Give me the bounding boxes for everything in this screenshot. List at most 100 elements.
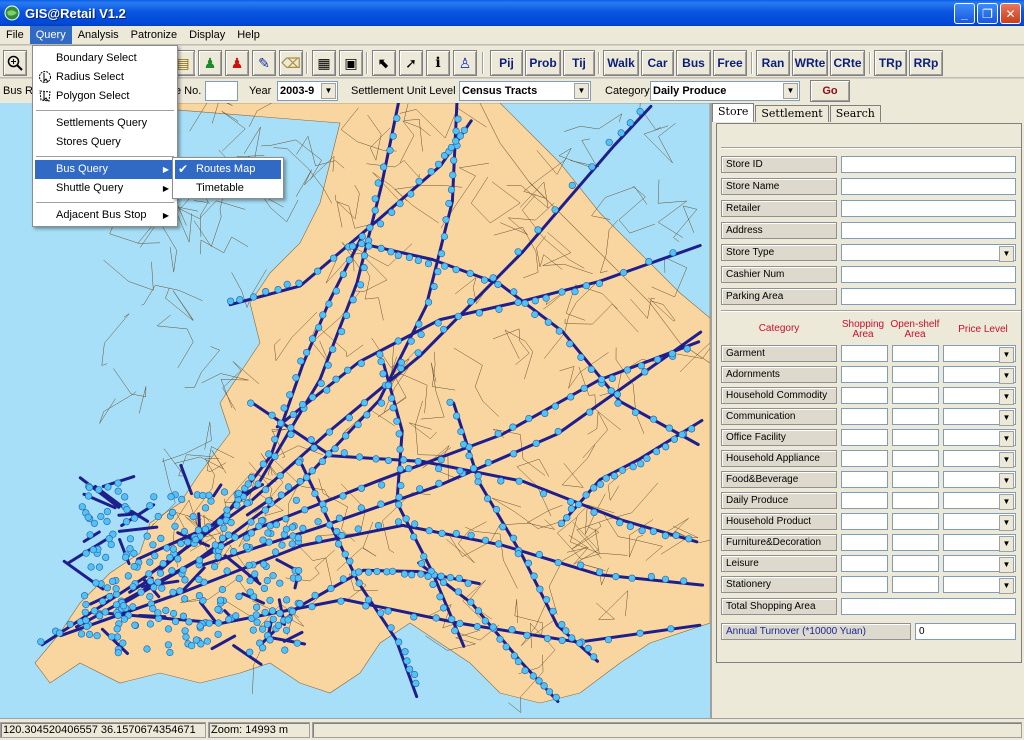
open-shelf-input-household-appliance[interactable]	[892, 450, 939, 467]
menu-query[interactable]: Query	[29, 26, 72, 44]
red-person-button[interactable]: ♟	[225, 50, 249, 76]
price-level-select-food-beverage[interactable]: ▼	[943, 471, 1016, 489]
menu-patronize[interactable]: Patronize	[125, 26, 183, 44]
open-shelf-input-stationery[interactable]	[892, 576, 939, 593]
walker-button[interactable]: ♙	[453, 50, 477, 76]
shopping-area-input-stationery[interactable]	[841, 576, 888, 593]
shopping-area-input-adornments[interactable]	[841, 366, 888, 383]
store-id-input[interactable]	[841, 156, 1016, 173]
minimize-button[interactable]: _	[954, 3, 975, 24]
crte-button[interactable]: CRte	[830, 50, 865, 76]
address-input[interactable]	[841, 222, 1016, 239]
ran-button[interactable]: Ran	[756, 50, 790, 76]
submenu-item-timetable[interactable]: Timetable	[175, 179, 281, 198]
year-select[interactable]: 2003-9 ▼	[277, 81, 338, 101]
shopping-area-input-daily-produce[interactable]	[841, 492, 888, 509]
shopping-area-input-furniture-decoration[interactable]	[841, 534, 888, 551]
retailer-input[interactable]	[841, 200, 1016, 217]
menu-display[interactable]: Display	[183, 26, 231, 44]
wrte-button[interactable]: WRte	[792, 50, 828, 76]
price-level-select-furniture-decoration[interactable]: ▼	[943, 534, 1016, 552]
price-level-select-communication[interactable]: ▼	[943, 408, 1016, 426]
price-level-select-office-facility[interactable]: ▼	[943, 429, 1016, 447]
open-shelf-input-office-facility[interactable]	[892, 429, 939, 446]
shopping-area-input-household-commodity[interactable]	[841, 387, 888, 404]
free-button[interactable]: Free	[713, 50, 747, 76]
bus-stop-dot	[558, 288, 566, 296]
info-button[interactable]: i	[426, 50, 450, 76]
bus-button[interactable]: Bus	[676, 50, 711, 76]
pointer-button[interactable]: ➚	[399, 50, 423, 76]
tab-settlement[interactable]: Settlement	[755, 105, 829, 122]
open-shelf-input-adornments[interactable]	[892, 366, 939, 383]
car-button[interactable]: Car	[641, 50, 674, 76]
route-no-input[interactable]	[205, 81, 238, 101]
shopping-area-input-garment[interactable]	[841, 345, 888, 362]
open-shelf-input-household-product[interactable]	[892, 513, 939, 530]
prob-button[interactable]: Prob	[525, 50, 561, 76]
open-shelf-input-communication[interactable]	[892, 408, 939, 425]
tab-search[interactable]: Search	[829, 105, 881, 122]
price-level-select-household-commodity[interactable]: ▼	[943, 387, 1016, 405]
shopping-area-input-leisure[interactable]	[841, 555, 888, 572]
price-level-select-daily-produce[interactable]: ▼	[943, 492, 1016, 510]
cashier-num-input[interactable]	[841, 266, 1016, 283]
menu-analysis[interactable]: Analysis	[72, 26, 125, 44]
table-button[interactable]: ▦	[312, 50, 336, 76]
category-select[interactable]: Daily Produce ▼	[650, 81, 800, 101]
tab-store[interactable]: Store	[712, 103, 755, 122]
menu-help[interactable]: Help	[231, 26, 266, 44]
shopping-area-input-food-beverage[interactable]	[841, 471, 888, 488]
price-level-select-garment[interactable]: ▼	[943, 345, 1016, 363]
menu-item-bus-query[interactable]: Bus Query ▶	[35, 160, 175, 179]
open-shelf-input-furniture-decoration[interactable]	[892, 534, 939, 551]
tij-button[interactable]: Tij	[563, 50, 595, 76]
price-level-select-household-product[interactable]: ▼	[943, 513, 1016, 531]
shopping-area-input-office-facility[interactable]	[841, 429, 888, 446]
bus-stop-dot	[405, 253, 414, 262]
pin-button[interactable]: ✎	[252, 50, 276, 76]
open-shelf-input-garment[interactable]	[892, 345, 939, 362]
trp-button[interactable]: TRp	[874, 50, 907, 76]
menu-item-settlements-query[interactable]: Settlements Query	[35, 114, 175, 133]
parking-area-input[interactable]	[841, 288, 1016, 305]
eraser-button[interactable]: ⌫	[279, 50, 303, 76]
bus-route-label: Bus R	[3, 85, 33, 97]
store-type-select[interactable]: ▼	[841, 244, 1016, 262]
rrp-button[interactable]: RRp	[909, 50, 943, 76]
submenu-item-routes-map[interactable]: ✔ Routes Map	[175, 160, 281, 179]
open-shelf-input-leisure[interactable]	[892, 555, 939, 572]
menu-item-polygon-select[interactable]: Polygon Select	[35, 87, 175, 106]
store-name-input[interactable]	[841, 178, 1016, 195]
open-shelf-input-daily-produce[interactable]	[892, 492, 939, 509]
price-level-select-leisure[interactable]: ▼	[943, 555, 1016, 573]
open-shelf-input-food-beverage[interactable]	[892, 471, 939, 488]
price-level-select-adornments[interactable]: ▼	[943, 366, 1016, 384]
select-arrow-button[interactable]: ⬉	[372, 50, 396, 76]
price-level-select-household-appliance[interactable]: ▼	[943, 450, 1016, 468]
walk-button[interactable]: Walk	[603, 50, 639, 76]
green-person-button[interactable]: ♟	[198, 50, 222, 76]
menu-item-shuttle-query[interactable]: Shuttle Query ▶	[35, 179, 175, 198]
shopping-area-input-communication[interactable]	[841, 408, 888, 425]
menu-file[interactable]: File	[0, 26, 30, 44]
open-shelf-input-household-commodity[interactable]	[892, 387, 939, 404]
price-level-select-stationery[interactable]: ▼	[943, 576, 1016, 594]
menu-item-radius-select[interactable]: Radius Select	[35, 68, 175, 87]
restore-button[interactable]: ❐	[977, 3, 998, 24]
settlement-level-select[interactable]: Census Tracts ▼	[459, 81, 591, 101]
menu-item-boundary-select[interactable]: Boundary Select	[35, 49, 175, 68]
annual-turnover-input[interactable]: 0	[915, 623, 1016, 640]
pij-button[interactable]: Pij	[490, 50, 523, 76]
shopping-area-input-household-appliance[interactable]	[841, 450, 888, 467]
total-shopping-area-input[interactable]	[841, 598, 1016, 615]
report-button[interactable]: ▣	[339, 50, 363, 76]
shopping-area-input-household-product[interactable]	[841, 513, 888, 530]
close-button[interactable]: ✕	[1000, 3, 1021, 24]
bus-stop-dot	[420, 552, 428, 561]
go-button[interactable]: Go	[810, 80, 850, 102]
menu-item-stores-query[interactable]: Stores Query	[35, 133, 175, 152]
bus-stop-dot	[280, 404, 288, 412]
zoom-in-button[interactable]	[3, 50, 27, 76]
menu-item-adjacent-bus-stop[interactable]: Adjacent Bus Stop ▶	[35, 206, 175, 225]
